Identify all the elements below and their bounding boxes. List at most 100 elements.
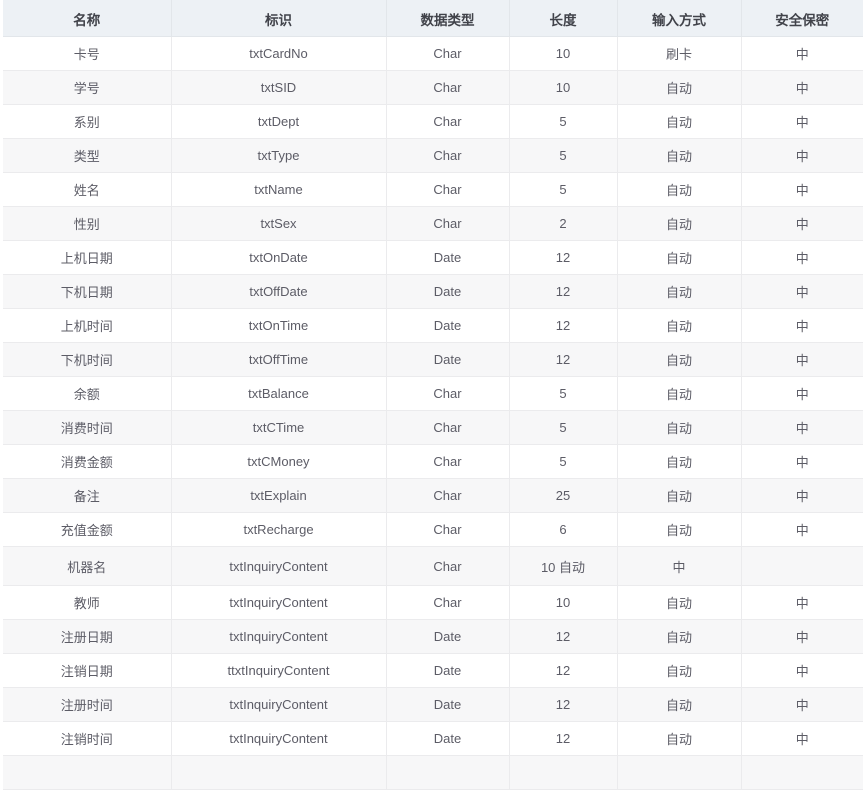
cell-security: 中 [741,240,863,275]
cell-name: 注销时间 [3,721,172,756]
cell-length: 10 [509,585,618,620]
table-row[interactable] [3,755,863,790]
cell-datatype: Char [386,104,510,139]
cell-security [741,546,863,586]
cell-security [741,755,863,790]
cell-security: 中 [741,70,863,105]
cell-input: 自动 [617,653,742,688]
cell-input: 自动 [617,376,742,411]
cell-datatype: Date [386,653,510,688]
cell-security: 中 [741,342,863,377]
cell-identifier: txtExplain [171,478,387,513]
cell-security: 中 [741,104,863,139]
cell-name: 性别 [3,206,172,241]
table-row[interactable]: 上机时间 txtOnTime Date 12 自动中 [3,308,863,343]
table-row[interactable]: 下机时间 txtOffTime Date 12 自动中 [3,342,863,377]
cell-name: 上机时间 [3,308,172,343]
cell-input: 自动 [617,70,742,105]
table-row[interactable]: 姓名 txtName Char 5 自动中 [3,172,863,207]
table-row[interactable]: 系别 txtDept Char 5 自动中 [3,104,863,139]
cell-length: 5 [509,104,618,139]
table-row[interactable]: 注册时间 txtInquiryContent Date 12 自动中 [3,687,863,722]
cell-security: 中 [741,653,863,688]
table-row[interactable]: 下机日期 txtOffDate Date 12 自动中 [3,274,863,309]
cell-name: 教师 [3,585,172,620]
cell-datatype: Char [386,70,510,105]
cell-name: 充值金额 [3,512,172,547]
cell-datatype: Date [386,308,510,343]
cell-datatype: Char [386,585,510,620]
table-row[interactable]: 余额 txtBalance Char 5 自动中 [3,376,863,411]
cell-length: 12 [509,687,618,722]
cell-input: 自动 [617,687,742,722]
cell-length: 12 [509,274,618,309]
table-row[interactable]: 注销时间 txtInquiryContent Date 12 自动中 [3,721,863,756]
cell-identifier: txtSex [171,206,387,241]
cell-identifier: txtInquiryContent [171,721,387,756]
cell-identifier: txtCMoney [171,444,387,479]
cell-length: 5 [509,172,618,207]
cell-input: 自动 [617,410,742,445]
column-header-identifier[interactable]: 标识 [171,0,387,37]
cell-datatype: Char [386,206,510,241]
cell-input: 自动 [617,585,742,620]
cell-security: 中 [741,687,863,722]
cell-security: 中 [741,444,863,479]
table-header: 名称 标识 数据类型 长度 输入方式 安全保密 [3,0,863,37]
cell-datatype: Date [386,619,510,654]
field-spec-table: 名称 标识 数据类型 长度 输入方式 安全保密 卡号 txtCardNo Char 1… [3,0,863,790]
cell-datatype: Char [386,444,510,479]
column-header-datatype[interactable]: 数据类型 [386,0,510,37]
cell-identifier: txtSID [171,70,387,105]
column-header-security[interactable]: 安全保密 [741,0,863,37]
cell-length: 5 [509,376,618,411]
cell-security: 中 [741,138,863,173]
table-row[interactable]: 学号 txtSID Char 10 自动中 [3,70,863,105]
cell-name: 消费金额 [3,444,172,479]
cell-identifier: txtInquiryContent [171,546,387,586]
table-row[interactable]: 类型 txtType Char 5 自动中 [3,138,863,173]
cell-length: 12 [509,342,618,377]
table-row[interactable]: 注销日期 ttxtInquiryContent Date 12 自动中 [3,653,863,688]
cell-length: 12 [509,721,618,756]
cell-length: 12 [509,308,618,343]
cell-security: 中 [741,619,863,654]
cell-input: 自动 [617,478,742,513]
cell-identifier: txtCardNo [171,36,387,71]
cell-name: 机器名 [3,546,172,586]
table-row[interactable]: 上机日期 txtOnDate Date 12 自动中 [3,240,863,275]
table-row[interactable]: 机器名 txtInquiryContent Char 10 自动中 [3,546,863,586]
table-row[interactable]: 性别 txtSex Char 2 自动中 [3,206,863,241]
table-row[interactable]: 卡号 txtCardNo Char 10 刷卡中 [3,36,863,71]
table-row[interactable]: 充值金额 txtRecharge Char 6 自动中 [3,512,863,547]
table-row[interactable]: 消费时间 txtCTime Char 5 自动中 [3,410,863,445]
cell-length: 5 [509,444,618,479]
table-row[interactable]: 消费金额 txtCMoney Char 5 自动中 [3,444,863,479]
column-header-length[interactable]: 长度 [509,0,618,37]
cell-name: 类型 [3,138,172,173]
cell-input: 自动 [617,619,742,654]
column-header-name[interactable]: 名称 [3,0,172,37]
cell-input: 自动 [617,240,742,275]
cell-security: 中 [741,376,863,411]
cell-security: 中 [741,274,863,309]
cell-length: 2 [509,206,618,241]
cell-identifier: txtDept [171,104,387,139]
cell-length: 10 [509,36,618,71]
cell-identifier: txtInquiryContent [171,619,387,654]
table-row[interactable]: 教师 txtInquiryContent Char 10 自动中 [3,585,863,620]
cell-security: 中 [741,478,863,513]
cell-identifier: txtBalance [171,376,387,411]
cell-input: 自动 [617,206,742,241]
column-header-input[interactable]: 输入方式 [617,0,742,37]
cell-length: 12 [509,619,618,654]
cell-security: 中 [741,410,863,445]
cell-input: 自动 [617,721,742,756]
cell-security: 中 [741,512,863,547]
cell-name: 注册日期 [3,619,172,654]
cell-datatype: Char [386,376,510,411]
cell-identifier: txtInquiryContent [171,585,387,620]
cell-identifier: txtOnDate [171,240,387,275]
table-row[interactable]: 备注 txtExplain Char 25 自动中 [3,478,863,513]
table-row[interactable]: 注册日期 txtInquiryContent Date 12 自动中 [3,619,863,654]
